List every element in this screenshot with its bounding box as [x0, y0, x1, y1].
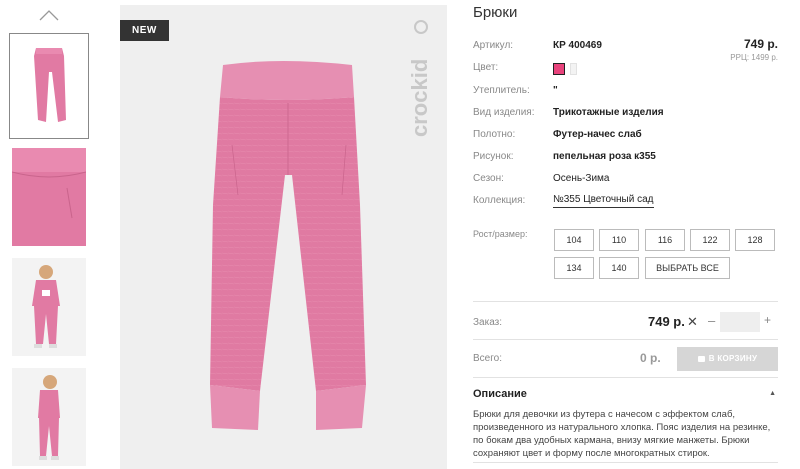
- attr-color: Цвет:: [473, 60, 713, 76]
- size-button[interactable]: 134: [554, 257, 594, 279]
- price-block: 749 р. РРЦ: 1499 р.: [730, 37, 778, 62]
- crockid-logo: crockid: [407, 20, 432, 137]
- add-to-cart-button[interactable]: В КОРЗИНУ: [677, 347, 778, 371]
- size-button[interactable]: 140: [599, 257, 639, 279]
- attr-value: пепельная роза к355: [553, 151, 656, 162]
- color-swatch-alt[interactable]: [570, 63, 577, 75]
- color-swatch-selected[interactable]: [553, 63, 565, 75]
- divider: [473, 462, 778, 463]
- chevron-up-icon[interactable]: [38, 8, 60, 22]
- cart-icon: [697, 355, 705, 362]
- order-label: Заказ:: [473, 317, 503, 328]
- attr-label: Утеплитель:: [473, 85, 530, 96]
- attr-value: Осень-Зима: [553, 173, 610, 184]
- increase-quantity-button[interactable]: +: [764, 313, 771, 327]
- attr-label: Коллекция:: [473, 195, 526, 206]
- size-button[interactable]: 128: [735, 229, 775, 251]
- attr-article: Артикул: КР 400469: [473, 38, 713, 54]
- decrease-quantity-button[interactable]: –: [708, 313, 715, 328]
- size-button[interactable]: 122: [690, 229, 730, 251]
- recommended-price: РРЦ: 1499 р.: [730, 53, 778, 62]
- size-button[interactable]: 110: [599, 229, 639, 251]
- pants-illustration: [210, 61, 366, 430]
- attr-collection: Коллекция: №355 Цветочный сад: [473, 193, 713, 209]
- thumbnail-1[interactable]: [9, 33, 89, 139]
- attr-label: Цвет:: [473, 62, 499, 73]
- thumbnail-gallery: [9, 0, 89, 469]
- product-title: Брюки: [473, 4, 518, 21]
- total-label: Всего:: [473, 353, 502, 364]
- new-badge: NEW: [120, 20, 169, 41]
- attr-label: Сезон:: [473, 173, 504, 184]
- select-all-sizes-button[interactable]: ВЫБРАТЬ ВСЕ: [645, 257, 730, 279]
- cart-button-label: В КОРЗИНУ: [708, 354, 758, 363]
- main-product-image[interactable]: NEW crockid: [120, 5, 447, 469]
- thumbnail-4[interactable]: [12, 368, 86, 466]
- attr-pattern: Рисунок: пепельная роза к355: [473, 149, 713, 165]
- quantity-input[interactable]: [720, 312, 760, 332]
- description-heading[interactable]: Описание: [473, 388, 527, 400]
- attr-label: Артикул:: [473, 40, 514, 51]
- order-price: 749 р.: [648, 314, 685, 329]
- description-text: Брюки для девочки из футера с начесом с …: [473, 409, 771, 459]
- total-value: 0 р.: [640, 351, 661, 365]
- size-button[interactable]: 104: [554, 229, 594, 251]
- collapse-caret-icon[interactable]: ▲: [769, 390, 776, 397]
- size-label: Рост/размер:: [473, 229, 528, 239]
- attr-type: Вид изделия: Трикотажные изделия: [473, 105, 713, 121]
- size-button[interactable]: 116: [645, 229, 685, 251]
- attr-value: Футер-начес слаб: [553, 129, 642, 140]
- attr-label: Рисунок:: [473, 151, 514, 162]
- collection-link[interactable]: №355 Цветочный сад: [553, 193, 654, 208]
- divider: [473, 301, 778, 302]
- thumbnail-3[interactable]: [12, 258, 86, 356]
- product-price: 749 р.: [743, 37, 778, 51]
- attr-label: Полотно:: [473, 129, 516, 140]
- attr-fabric: Полотно: Футер-начес слаб: [473, 127, 713, 143]
- divider: [473, 377, 778, 378]
- attr-label: Вид изделия:: [473, 107, 535, 118]
- close-icon[interactable]: ✕: [687, 314, 698, 330]
- product-details: Брюки 749 р. РРЦ: 1499 р. Артикул: КР 40…: [473, 0, 778, 469]
- attr-season: Сезон: Осень-Зима: [473, 171, 713, 187]
- attr-value: ": [553, 85, 558, 96]
- thumbnail-2[interactable]: [12, 148, 86, 246]
- svg-text:crockid: crockid: [407, 59, 432, 137]
- attr-value: КР 400469: [553, 40, 602, 51]
- attr-insulation: Утеплитель: ": [473, 83, 713, 99]
- divider: [473, 339, 778, 340]
- attr-value: Трикотажные изделия: [553, 107, 664, 118]
